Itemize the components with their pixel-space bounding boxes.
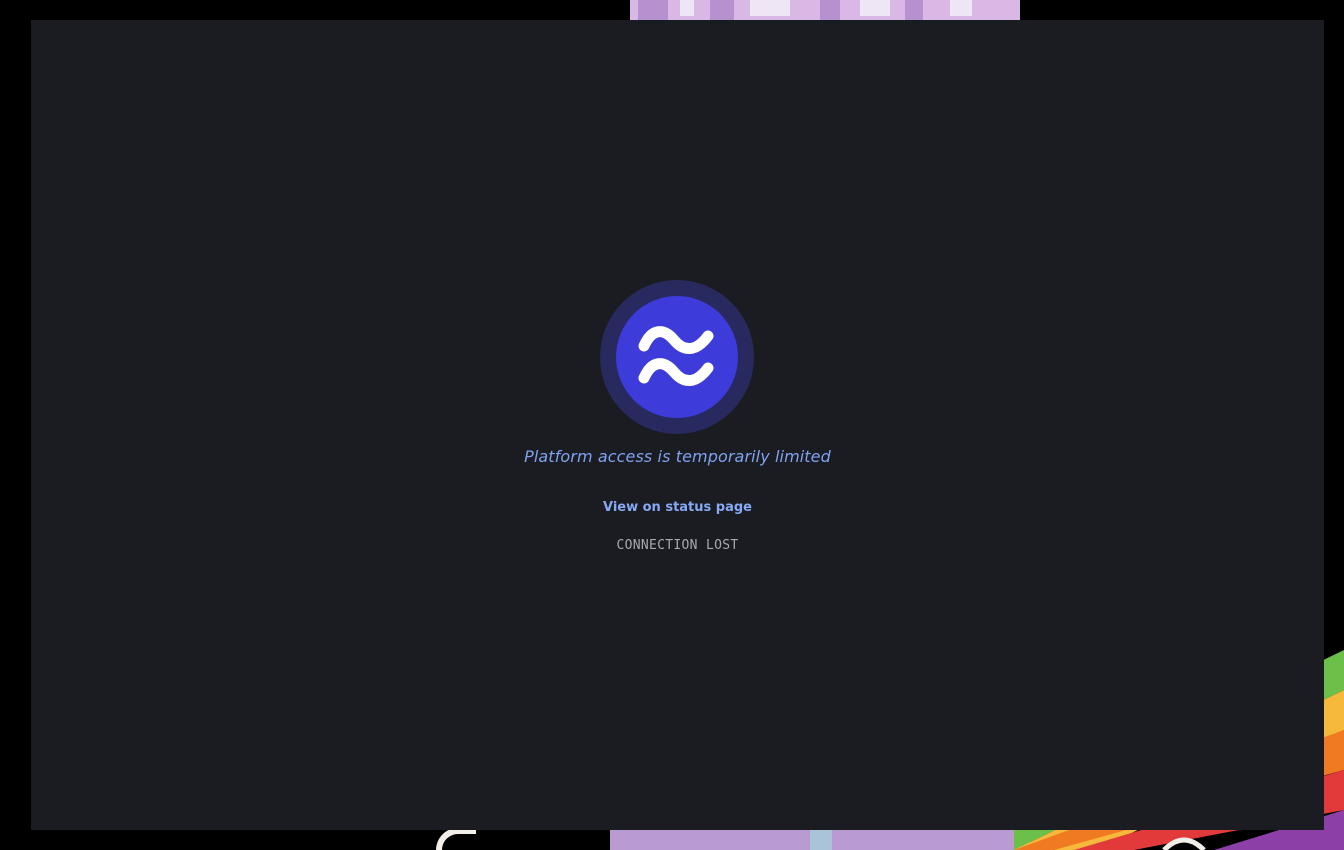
service-status-panel: Platform access is temporarily limited V… <box>31 20 1324 830</box>
wallpaper-art-curve <box>436 828 476 850</box>
status-page-link-row: View on status page <box>31 500 1324 515</box>
status-message: Platform access is temporarily limited <box>524 447 831 466</box>
app-window: Platform access is temporarily limited V… <box>31 20 1324 830</box>
connection-state-label: CONNECTION LOST <box>616 538 739 553</box>
wallpaper-art-top <box>630 0 1020 22</box>
logo-disc <box>616 296 738 418</box>
wallpaper-art-bottom <box>610 828 1030 850</box>
desktop: Platform access is temporarily limited V… <box>0 0 1344 850</box>
view-status-page-link[interactable]: View on status page <box>603 500 752 515</box>
app-logo <box>600 280 754 434</box>
approx-equal-waves-icon <box>638 326 714 386</box>
